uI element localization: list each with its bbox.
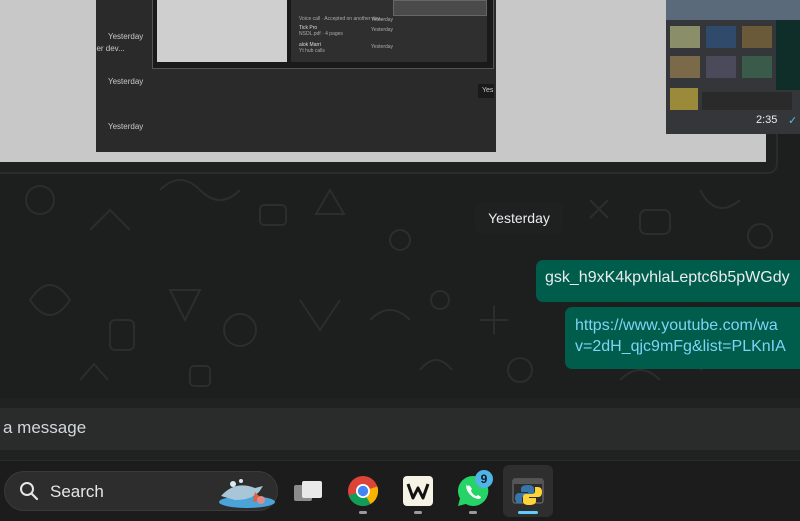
message-link-line[interactable]: v=2dH_qjc9mFg&list=PLKnIA <box>575 336 800 357</box>
nested-date-pill: Yes <box>478 84 494 98</box>
nested-timestamp: Yesterday <box>108 122 144 131</box>
task-view-icon[interactable] <box>290 473 326 509</box>
python-active-indicator <box>518 511 538 514</box>
date-divider: Yesterday <box>475 202 563 234</box>
message-link-line[interactable]: https://www.youtube.com/wa <box>575 315 800 336</box>
chrome-icon[interactable] <box>345 473 381 509</box>
taskbar-search[interactable]: Search <box>4 471 278 511</box>
message-input[interactable] <box>0 408 800 450</box>
message-text: gsk_h9xK4kpvhlaLeptc6b5pWGdy <box>545 269 790 286</box>
nested-fragment: her dev... <box>92 44 125 53</box>
whatsapp-running-indicator <box>469 511 477 514</box>
windows-taskbar: Search <box>0 460 800 521</box>
screenshot-image-preview[interactable]: Yesterday her dev... Yesterday Yesterday… <box>0 0 766 162</box>
python-icon[interactable] <box>510 473 546 509</box>
read-receipt-icon: ✓ <box>788 115 798 127</box>
chrome-running-indicator <box>359 511 367 514</box>
outgoing-message[interactable]: gsk_h9xK4kpvhlaLeptc6b5pWGdy <box>536 260 800 302</box>
wps-writer-icon[interactable] <box>400 473 436 509</box>
nested-gray-panel <box>157 0 287 62</box>
nested-screenshot: Yesterday her dev... Yesterday Yesterday… <box>92 0 496 152</box>
chat-panel: Yesterday her dev... Yesterday Yesterday… <box>0 0 800 398</box>
second-image-preview[interactable] <box>666 0 800 134</box>
message-input-placeholder: a message <box>3 418 87 437</box>
nested-row: Tick Pro NSDL.pdf · 4 pages <box>299 25 343 37</box>
search-label: Search <box>50 482 104 501</box>
nested-timestamp: Yesterday <box>108 32 144 41</box>
nested-row: alok Marri Yt hub calls <box>299 42 325 54</box>
nested-thumbnail <box>393 0 487 16</box>
nested-timestamp: Yesterday <box>108 77 144 86</box>
search-highlight-illustration-icon <box>219 479 275 508</box>
outgoing-message-link[interactable]: https://www.youtube.com/wa v=2dH_qjc9mFg… <box>565 307 800 369</box>
message-composer: a message <box>0 398 800 460</box>
whatsapp-unread-badge: 9 <box>475 470 493 488</box>
writer-running-indicator <box>414 511 422 514</box>
nested-window: Voice call · Accepted on another dev... … <box>152 0 494 69</box>
search-icon <box>20 482 39 501</box>
image-timestamp: 2:35 <box>756 114 778 126</box>
